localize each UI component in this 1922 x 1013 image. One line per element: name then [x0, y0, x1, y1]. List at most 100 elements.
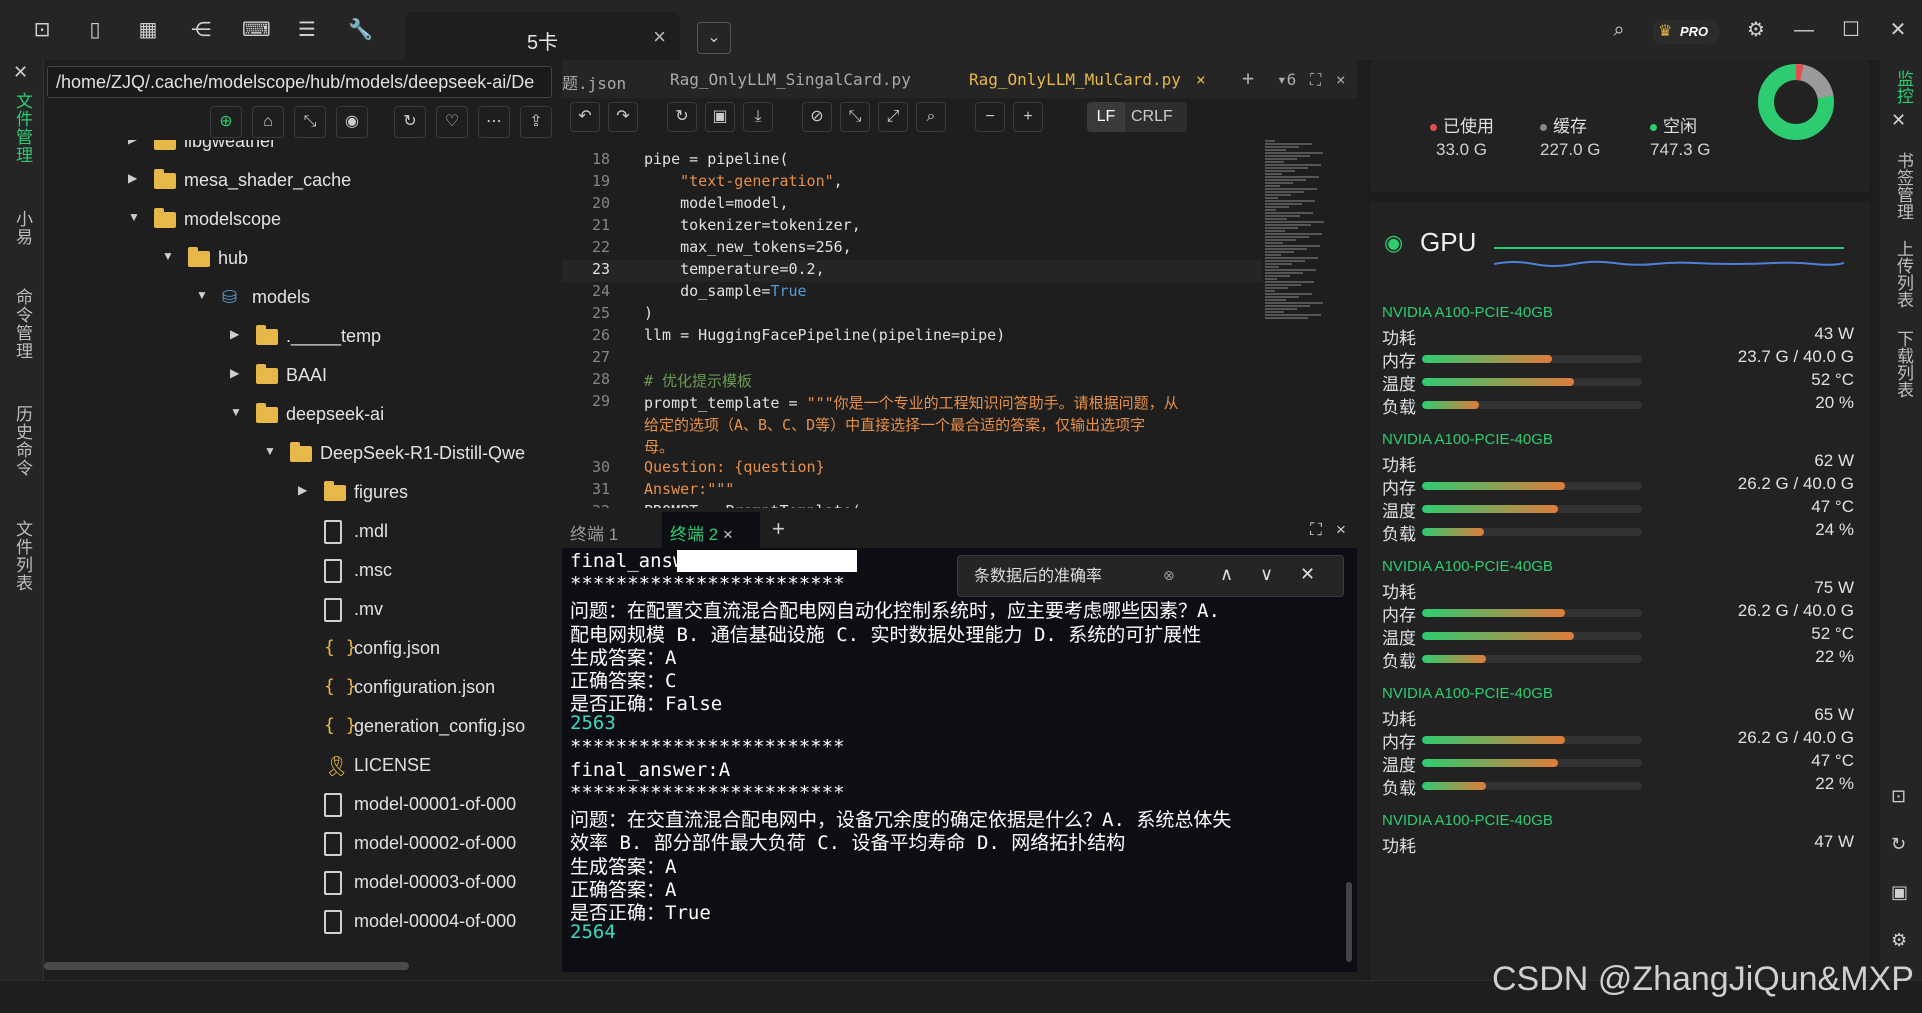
code-line[interactable]: 28 # 优化提示模板: [562, 370, 1262, 392]
path-input[interactable]: /home/ZJQ/.cache/modelscope/hub/models/d…: [47, 66, 552, 98]
lf-option[interactable]: LF: [1087, 102, 1125, 132]
more-tabs[interactable]: ▾6: [1277, 70, 1296, 89]
minimap[interactable]: [1265, 138, 1345, 338]
crlf-option[interactable]: CRLF: [1131, 102, 1173, 132]
tree-item[interactable]: ▼ ⛁ models: [44, 284, 559, 314]
close-icon[interactable]: ×: [653, 24, 666, 50]
close-icon[interactable]: ×: [1336, 70, 1346, 89]
tab-xiaoyi[interactable]: 小易: [10, 210, 35, 246]
terminal-icon[interactable]: ⊡: [30, 18, 54, 42]
code-line[interactable]: 26 llm = HuggingFacePipeline(pipeline=pip…: [562, 326, 1262, 348]
reload-icon[interactable]: ↻: [667, 102, 697, 132]
collapse-icon[interactable]: ⤡: [294, 106, 326, 138]
tab-file-manager[interactable]: 文件管理: [10, 92, 35, 164]
terminal-icon[interactable]: ⊡: [1891, 786, 1906, 807]
save-icon[interactable]: ▣: [705, 102, 735, 132]
tree-item[interactable]: .msc: [44, 557, 559, 587]
caret-right-icon[interactable]: ▶: [128, 171, 137, 185]
find-input[interactable]: 条数据后的准确率: [964, 562, 1194, 592]
code-line[interactable]: 32 PROMPT = PromptTemplate(: [562, 502, 1262, 508]
close-icon[interactable]: ✕: [1891, 110, 1906, 131]
tree-item[interactable]: ▶ ._____temp: [44, 323, 559, 353]
undo-icon[interactable]: ↶: [570, 102, 600, 132]
window-close-icon[interactable]: ✕: [1886, 18, 1910, 42]
tree-item[interactable]: ▶ BAAI: [44, 362, 559, 392]
caret-down-icon[interactable]: ▼: [196, 288, 208, 302]
eye-icon[interactable]: ◉: [1384, 230, 1403, 256]
pro-badge[interactable]: ♛ PRO: [1652, 20, 1720, 44]
fullscreen-icon[interactable]: ⛶: [1310, 70, 1321, 90]
locate-icon[interactable]: ⊕: [210, 106, 242, 138]
code-line[interactable]: 给定的选项（A、B、C、D等）中直接选择一个最合适的答案，仅输出选项字: [562, 414, 1262, 436]
tree-item[interactable]: { } configuration.json: [44, 674, 559, 704]
close-icon[interactable]: ✕: [10, 62, 32, 84]
close-icon[interactable]: ✕: [1300, 564, 1315, 585]
tree-item[interactable]: { } config.json: [44, 635, 559, 665]
tab-download-list[interactable]: 下载列表: [1891, 330, 1916, 398]
shell-icon[interactable]: ⌨: [242, 18, 271, 42]
tab-5-card[interactable]: 5卡 ×: [405, 12, 680, 60]
tab-singal-card[interactable]: Rag_OnlyLLM_SingalCard.py: [670, 70, 911, 89]
list-icon[interactable]: ☰: [295, 18, 319, 42]
minimize-icon[interactable]: —: [1792, 18, 1816, 42]
code-line[interactable]: 21 tokenizer=tokenizer,: [562, 216, 1262, 238]
grid-icon[interactable]: ▦: [136, 18, 160, 42]
find-prev-icon[interactable]: ∧: [1220, 564, 1233, 585]
refresh-icon[interactable]: ↻: [394, 106, 426, 138]
home-icon[interactable]: ⌂: [252, 106, 284, 138]
tree-item[interactable]: { } generation_config.jso: [44, 713, 559, 743]
eol-toggle[interactable]: LF CRLF: [1087, 102, 1187, 132]
gear-icon[interactable]: ⚙: [1891, 930, 1907, 951]
tab-json[interactable]: 题.json: [562, 70, 626, 94]
caret-right-icon[interactable]: ▶: [298, 483, 307, 497]
scroll-thumb[interactable]: [44, 962, 409, 970]
tree-item[interactable]: model-00003-of-000: [44, 869, 559, 899]
caret-right-icon[interactable]: ▶: [230, 366, 239, 380]
fullscreen-icon[interactable]: ⛶: [1310, 520, 1322, 540]
tree-icon[interactable]: ⋲: [189, 18, 213, 42]
tree-item[interactable]: .mdl: [44, 518, 559, 548]
expand-icon[interactable]: ⤢: [878, 102, 908, 132]
code-line[interactable]: 31 Answer:""": [562, 480, 1262, 502]
find-next-icon[interactable]: ∨: [1260, 564, 1273, 585]
code-line[interactable]: 30 Question: {question}: [562, 458, 1262, 480]
tree-item[interactable]: 🎗 LICENSE: [44, 752, 559, 782]
terminal-tab-1[interactable]: 终端 1: [570, 520, 618, 545]
code-line[interactable]: 20 model=model,: [562, 194, 1262, 216]
tab-dropdown-button[interactable]: ⌄: [697, 22, 731, 54]
caret-down-icon[interactable]: ▼: [162, 249, 174, 263]
maximize-icon[interactable]: ☐: [1839, 18, 1863, 42]
tab-command-manager[interactable]: 命令管理: [10, 288, 35, 360]
tree-item[interactable]: ▶ libgweather: [44, 140, 559, 158]
tree-item[interactable]: ▶ mesa_shader_cache: [44, 167, 559, 197]
more-icon[interactable]: ⋯: [478, 106, 510, 138]
caret-down-icon[interactable]: ▼: [230, 405, 242, 419]
caret-down-icon[interactable]: ▼: [264, 444, 276, 458]
tree-item[interactable]: ▼ hub: [44, 245, 559, 275]
redo-icon[interactable]: ↷: [608, 102, 638, 132]
shrink-icon[interactable]: ⤡: [840, 102, 870, 132]
close-icon[interactable]: ×: [1196, 70, 1206, 89]
code-line[interactable]: 22 max_new_tokens=256,: [562, 238, 1262, 260]
search-icon[interactable]: ⌕: [1607, 18, 1631, 42]
tree-item[interactable]: ▼ modelscope: [44, 206, 559, 236]
code-line[interactable]: 27: [562, 348, 1262, 370]
compass-icon[interactable]: ⊘: [802, 102, 832, 132]
refresh-icon[interactable]: ↻: [1891, 834, 1906, 855]
download-icon[interactable]: ⤓: [743, 102, 773, 132]
tab-monitor[interactable]: 监控: [1891, 70, 1916, 104]
search-icon[interactable]: ⌕: [916, 102, 946, 132]
code-line[interactable]: 18 pipe = pipeline(: [562, 150, 1262, 172]
tab-bookmarks[interactable]: 书签管理: [1891, 152, 1916, 220]
code-line[interactable]: 25): [562, 304, 1262, 326]
tree-item[interactable]: model-00004-of-000: [44, 908, 559, 938]
code-line[interactable]: 29 prompt_template = """你是一个专业的工程知识问答助手。请…: [562, 392, 1262, 414]
code-line[interactable]: 23 temperature=0.2,: [562, 260, 1262, 282]
tab-file-list[interactable]: 文件列表: [10, 520, 35, 592]
tree-item[interactable]: ▶ figures: [44, 479, 559, 509]
upload-icon[interactable]: ⇪: [520, 106, 552, 138]
add-terminal-icon[interactable]: +: [772, 516, 785, 542]
bookmark-icon[interactable]: ▯: [83, 18, 107, 42]
tree-item[interactable]: ▼ DeepSeek-R1-Distill-Qwe: [44, 440, 559, 470]
code-line[interactable]: 19 "text-generation",: [562, 172, 1262, 194]
